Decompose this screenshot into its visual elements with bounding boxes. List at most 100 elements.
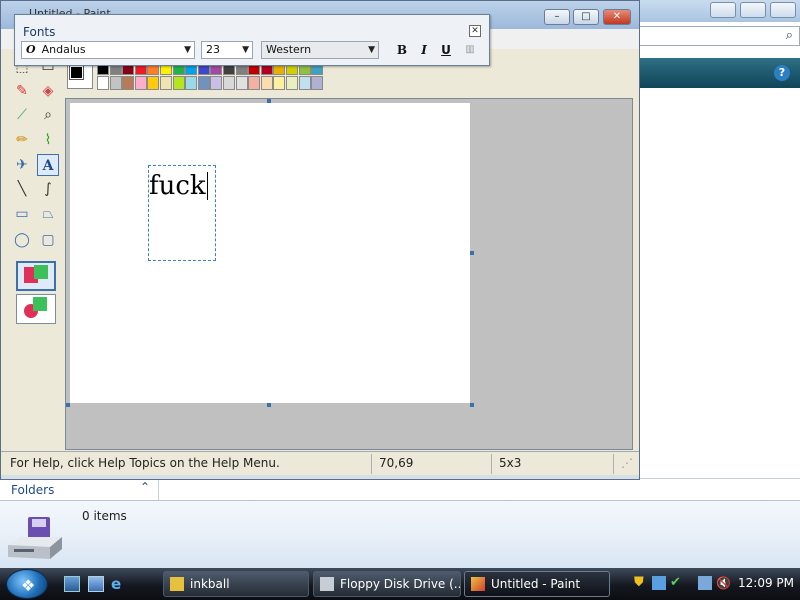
vertical-text-icon[interactable]: ▥ <box>461 42 479 58</box>
volume-muted-icon[interactable]: 🔇 <box>716 576 731 590</box>
checkmark-icon[interactable]: ✔ <box>670 576 684 590</box>
font-size-select[interactable]: 23 ▼ <box>201 41 253 59</box>
folders-label: Folders <box>11 483 55 497</box>
opaque-background-option[interactable] <box>16 261 56 291</box>
italic-button[interactable]: I <box>415 42 433 58</box>
divider <box>491 454 492 474</box>
details-pane: 0 items <box>0 500 800 568</box>
maximize-button[interactable]: □ <box>573 9 599 25</box>
windows-update-icon[interactable] <box>652 576 666 590</box>
rounded-rectangle-tool-icon[interactable]: ▢ <box>37 229 59 251</box>
explorer-maximize-button[interactable] <box>740 2 766 18</box>
color-swatch[interactable] <box>185 76 198 90</box>
show-desktop-icon[interactable] <box>64 576 80 592</box>
status-bar: For Help, click Help Topics on the Help … <box>1 451 639 475</box>
security-shield-icon[interactable]: ⛊ <box>634 576 648 590</box>
explorer-toolbar: ? <box>636 58 800 88</box>
item-count: 0 items <box>82 509 127 523</box>
switch-windows-icon[interactable] <box>88 576 104 592</box>
color-picker-tool-icon[interactable]: ⟋ <box>11 104 33 126</box>
canvas-resize-handle-top[interactable] <box>267 99 271 103</box>
color-swatch[interactable] <box>248 76 261 90</box>
color-swatch[interactable] <box>160 76 172 90</box>
color-swatch[interactable] <box>109 76 122 90</box>
folder-icon <box>170 577 184 591</box>
airbrush-tool-icon[interactable]: ✈ <box>11 154 33 176</box>
color-swatch[interactable] <box>210 76 223 90</box>
explorer-content-pane <box>636 88 800 478</box>
ellipse-tool-icon[interactable]: ◯ <box>11 229 33 251</box>
color-swatch[interactable] <box>235 76 248 90</box>
paint-window: Untitled - Paint – □ ✕ ⬚ ▭ ✎ ◈ ⟋ ⌕ ✏ ⌇ ✈… <box>0 0 640 480</box>
minimize-button[interactable]: – <box>544 9 570 25</box>
drawing-canvas[interactable]: fuck <box>70 103 470 403</box>
text-box[interactable]: fuck <box>148 165 216 261</box>
system-tray: ⛊ ✔ 🔇 12:09 PM <box>630 568 800 600</box>
transparent-background-option[interactable] <box>16 294 56 324</box>
current-colors[interactable] <box>67 63 93 89</box>
divider <box>158 479 159 501</box>
search-icon: ⌕ <box>785 28 793 43</box>
taskbar-button-floppy[interactable]: Floppy Disk Drive (... <box>313 571 461 597</box>
floppy-drive-icon <box>8 517 62 559</box>
close-button[interactable]: ✕ <box>603 9 631 25</box>
taskbar-button-inkball[interactable]: inkball <box>163 571 309 597</box>
clock[interactable]: 12:09 PM <box>738 576 794 590</box>
line-tool-icon[interactable]: ╲ <box>11 178 33 200</box>
magnifier-tool-icon[interactable]: ⌕ <box>37 104 59 126</box>
text-box-content[interactable]: fuck <box>149 170 208 202</box>
text-tool-icon[interactable]: A <box>37 154 59 176</box>
explorer-search-input[interactable]: ⌕ <box>636 26 800 46</box>
color-swatch[interactable] <box>298 76 311 90</box>
color-swatch[interactable] <box>311 76 324 90</box>
pencil-tool-icon[interactable]: ✏ <box>11 129 33 151</box>
fill-tool-icon[interactable]: ◈ <box>37 80 59 102</box>
brush-tool-icon[interactable]: ⌇ <box>37 129 59 151</box>
explorer-minimize-button[interactable] <box>710 2 736 18</box>
network-icon[interactable] <box>698 576 712 590</box>
script-select[interactable]: Western ▼ <box>261 41 379 59</box>
chevron-down-icon: ▼ <box>368 45 375 55</box>
status-selection-size: 5x3 <box>499 456 522 470</box>
start-button[interactable]: ❖ <box>6 569 48 599</box>
resize-grip-icon[interactable]: ⋰ <box>621 456 633 470</box>
folders-bar[interactable]: Folders ⌃ <box>0 478 800 501</box>
divider <box>371 454 372 474</box>
color-swatch[interactable] <box>273 76 286 90</box>
color-swatch[interactable] <box>286 76 298 90</box>
foreground-color <box>69 65 84 80</box>
rectangle-tool-icon[interactable]: ▭ <box>11 203 33 225</box>
internet-explorer-icon[interactable]: e <box>111 576 127 592</box>
explorer-close-button[interactable] <box>770 2 796 18</box>
canvas-resize-handle-corner[interactable] <box>470 403 474 407</box>
divider <box>613 454 614 474</box>
color-swatch[interactable] <box>172 76 185 90</box>
chevron-down-icon: ▼ <box>184 45 191 55</box>
font-name-select[interactable]: O Andalus ▼ <box>21 41 195 59</box>
curve-tool-icon[interactable]: ∫ <box>37 178 59 200</box>
close-icon[interactable]: ✕ <box>469 25 481 37</box>
polygon-tool-icon[interactable]: ⏢ <box>37 203 59 225</box>
taskbar-button-label: Floppy Disk Drive (... <box>340 577 461 591</box>
eraser-tool-icon[interactable]: ✎ <box>11 80 33 102</box>
canvas-resize-handle-right[interactable] <box>470 251 474 255</box>
bold-button[interactable]: B <box>393 42 411 58</box>
canvas-resize-handle-bottom[interactable] <box>267 403 271 407</box>
color-swatch[interactable] <box>122 76 135 90</box>
color-swatch[interactable] <box>147 76 160 90</box>
font-name-value: Andalus <box>41 43 86 56</box>
underline-button[interactable]: U <box>437 42 455 58</box>
color-swatch[interactable] <box>97 76 109 90</box>
color-swatch[interactable] <box>260 76 273 90</box>
color-swatch[interactable] <box>134 76 147 90</box>
canvas-resize-handle-bottom-left <box>66 403 70 407</box>
chevron-up-icon[interactable]: ⌃ <box>140 480 150 494</box>
chevron-down-icon: ▼ <box>242 45 249 55</box>
taskbar-button-paint[interactable]: Untitled - Paint <box>464 571 610 597</box>
font-size-value: 23 <box>206 43 220 56</box>
typed-text: fuck <box>149 171 206 201</box>
color-swatch[interactable] <box>197 76 210 90</box>
canvas-area: fuck <box>65 98 633 450</box>
help-icon[interactable]: ? <box>774 65 790 81</box>
color-swatch[interactable] <box>223 76 235 90</box>
